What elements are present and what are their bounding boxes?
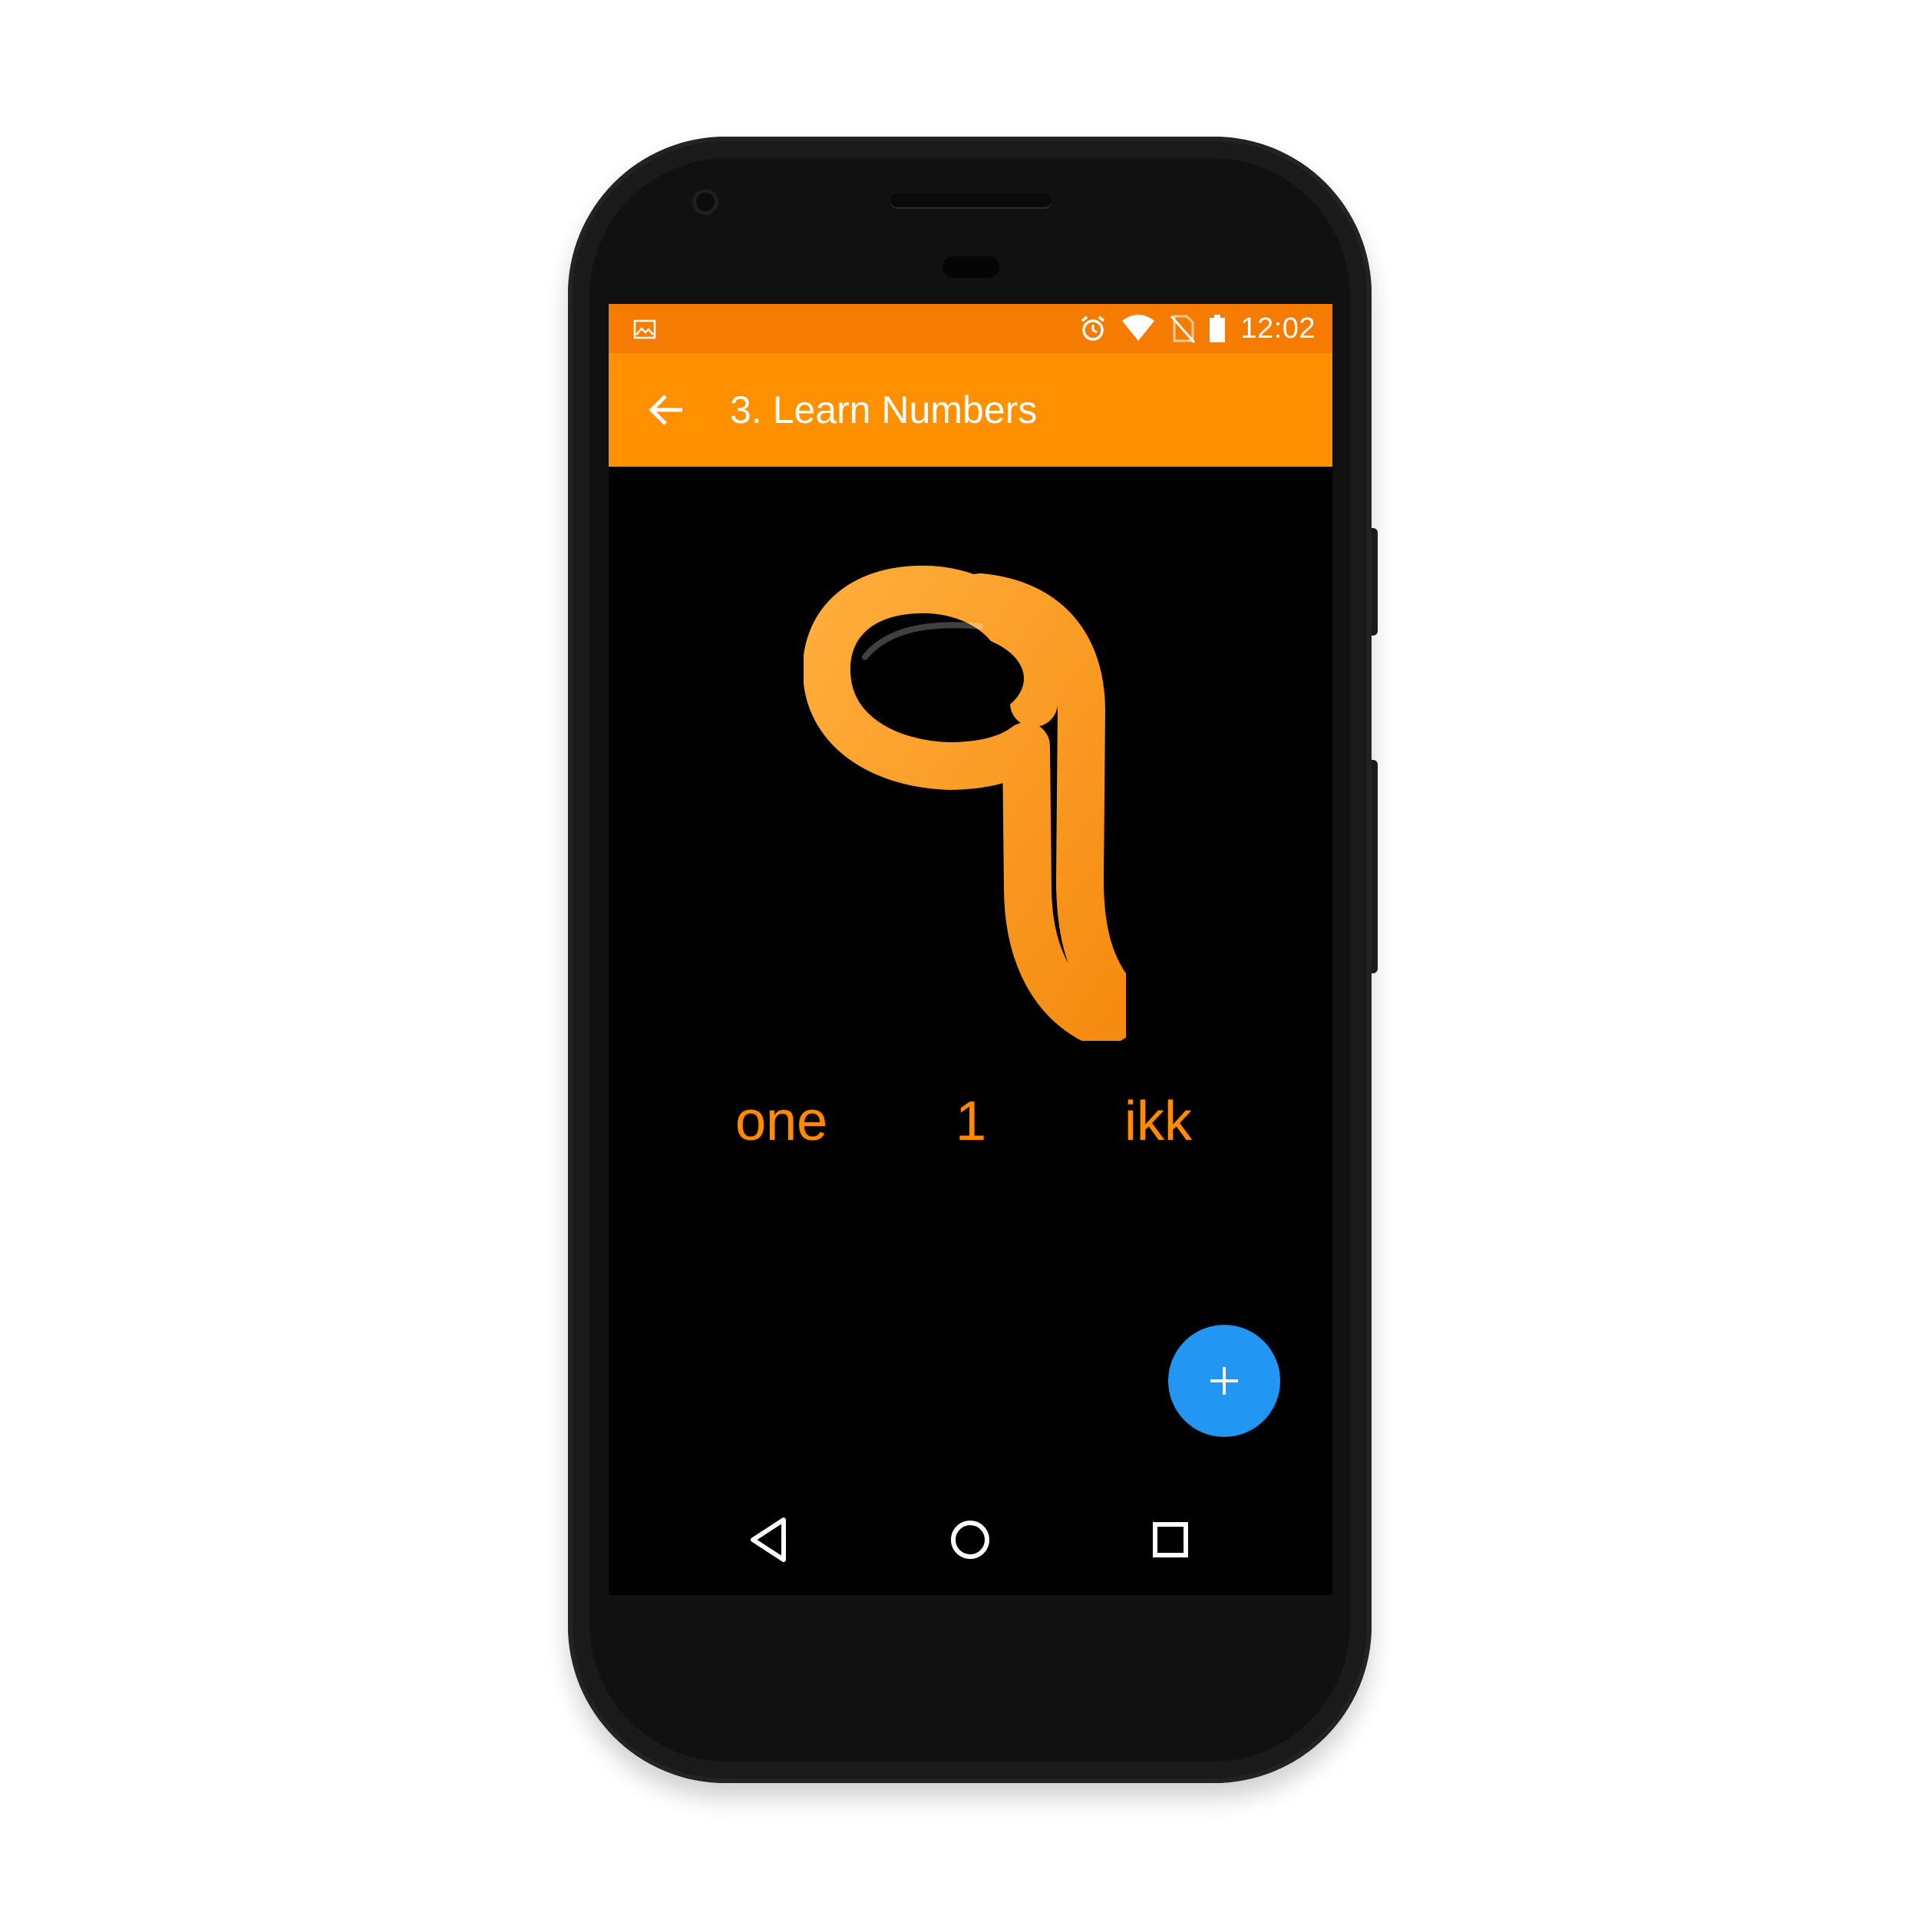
status-bar: 12:02 bbox=[609, 304, 1332, 353]
status-clock: 12:02 bbox=[1240, 312, 1316, 345]
english-word-label: one bbox=[735, 1091, 828, 1152]
device-mockup: 12:02 3. Learn Numbers one 1 ikk bbox=[0, 0, 1928, 1932]
front-camera bbox=[692, 189, 718, 215]
plus-icon bbox=[1210, 1367, 1238, 1395]
proximity-sensor bbox=[943, 256, 999, 278]
nav-back-icon[interactable] bbox=[739, 1509, 801, 1570]
image-notification-icon bbox=[633, 319, 656, 339]
nav-home-icon[interactable] bbox=[939, 1509, 1001, 1570]
add-fab-button[interactable] bbox=[1168, 1325, 1280, 1437]
wifi-icon bbox=[1122, 315, 1155, 341]
battery-icon bbox=[1210, 315, 1226, 342]
system-nav-bar bbox=[609, 1486, 1332, 1593]
app-bar: 3. Learn Numbers bbox=[609, 353, 1332, 467]
earpiece-speaker bbox=[890, 193, 1051, 207]
page-title: 3. Learn Numbers bbox=[730, 388, 1038, 431]
number-labels: one 1 ikk bbox=[609, 1087, 1332, 1156]
nav-recents-icon[interactable] bbox=[1140, 1509, 1201, 1570]
back-arrow-icon[interactable] bbox=[647, 390, 687, 430]
alarm-icon bbox=[1081, 315, 1105, 341]
status-icons: 12:02 bbox=[1078, 304, 1316, 353]
gurmukhi-numeral-one-icon bbox=[804, 565, 1126, 1041]
digit-label: 1 bbox=[956, 1091, 987, 1152]
transliteration-label: ikk bbox=[1124, 1091, 1192, 1152]
no-sim-icon bbox=[1170, 315, 1196, 343]
app-screen: 12:02 3. Learn Numbers one 1 ikk bbox=[609, 304, 1332, 1595]
